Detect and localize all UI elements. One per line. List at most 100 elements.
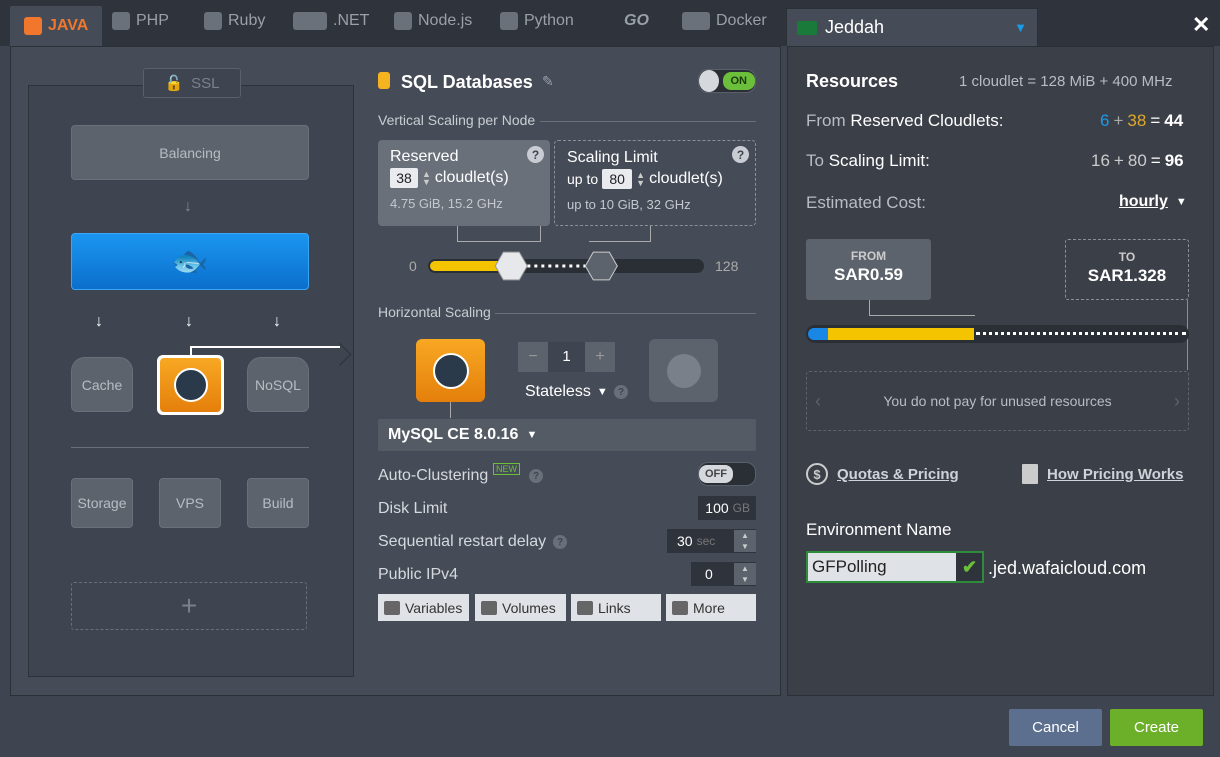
to-b: 80 xyxy=(1127,151,1147,170)
help-icon[interactable]: ? xyxy=(527,146,544,163)
help-icon[interactable]: ? xyxy=(529,469,543,483)
ipv4-label: Public IPv4 xyxy=(378,566,459,583)
env-name-field[interactable]: GFPolling ✔ xyxy=(806,551,984,583)
build-button[interactable]: Build xyxy=(247,478,309,528)
ipv4-value: 0 xyxy=(705,566,713,582)
env-name-label: Environment Name xyxy=(806,520,952,539)
vps-button[interactable]: VPS xyxy=(159,478,221,528)
docker-icon xyxy=(682,12,710,30)
close-icon[interactable]: ✕ xyxy=(1192,12,1210,38)
region-selector[interactable]: Jeddah ▼ xyxy=(786,8,1038,46)
vertical-scaling-title: Vertical Scaling per Node xyxy=(378,112,536,128)
reserved-title: Reserved xyxy=(390,148,459,165)
stepper-icon[interactable]: ▲ ▼ xyxy=(734,530,756,552)
edit-icon[interactable]: ✎ xyxy=(542,73,554,90)
auto-clustering-toggle[interactable]: OFF xyxy=(698,462,756,486)
to-caption: TO xyxy=(1118,250,1136,264)
dollar-icon: $ xyxy=(806,463,828,485)
add-node-ghost[interactable] xyxy=(649,339,718,402)
limit-input[interactable]: 80 xyxy=(602,169,633,189)
unused-note: You do not pay for unused resources xyxy=(883,393,1112,409)
cancel-button[interactable]: Cancel xyxy=(1009,709,1102,746)
from-total: 44 xyxy=(1164,111,1184,130)
reserved-sub: 4.75 GiB, 15.2 GHz xyxy=(390,196,503,211)
more-button[interactable]: More xyxy=(666,594,756,621)
storage-button[interactable]: Storage xyxy=(71,478,133,528)
balancing-button[interactable]: Balancing xyxy=(71,125,309,180)
volumes-icon xyxy=(481,600,497,615)
chevron-right-icon[interactable]: › xyxy=(1174,391,1180,412)
help-icon[interactable]: ? xyxy=(614,385,628,399)
create-button[interactable]: Create xyxy=(1110,709,1203,746)
volumes-button[interactable]: Volumes xyxy=(475,594,566,621)
sql-node-button[interactable] xyxy=(157,355,224,415)
checkmark-icon: ✔ xyxy=(962,556,978,577)
app-server-glassfish[interactable]: 🐟 xyxy=(71,233,309,290)
slider-connector xyxy=(589,226,651,242)
links-button[interactable]: Links xyxy=(571,594,661,621)
divider xyxy=(71,447,309,448)
limit-handle[interactable] xyxy=(584,251,618,281)
stepper-icon[interactable]: ▲ ▼ xyxy=(734,563,756,585)
stepper-icon[interactable]: ▲ ▼ xyxy=(422,170,431,187)
increment-button[interactable]: + xyxy=(585,342,615,372)
tab-python[interactable]: Python xyxy=(500,12,574,30)
cost-bar-reserved xyxy=(828,328,974,340)
plus-sign: + xyxy=(1113,111,1124,130)
nosql-button[interactable]: NoSQL xyxy=(247,357,309,412)
limit-sub-prefix: up to xyxy=(567,197,596,212)
cancel-label: Cancel xyxy=(1032,719,1079,736)
chevron-left-icon[interactable]: ‹ xyxy=(815,391,821,412)
disk-limit-label: Disk Limit xyxy=(378,500,448,517)
sql-node-instance[interactable] xyxy=(416,339,485,402)
document-icon xyxy=(1022,464,1038,484)
ipv4-field[interactable]: 0 ▲ ▼ xyxy=(691,562,756,586)
mysql-icon xyxy=(666,353,701,388)
period-dropdown[interactable]: hourly ▼ xyxy=(1119,193,1187,211)
cache-label: Cache xyxy=(81,376,123,393)
toggle-label: ON xyxy=(722,72,755,90)
build-label: Build xyxy=(262,495,294,511)
how-pricing-link[interactable]: How Pricing Works xyxy=(1047,466,1183,483)
stateless-dropdown[interactable]: Stateless ▼ xyxy=(525,383,608,401)
tab-go[interactable]: GO xyxy=(610,12,649,30)
cloudlet-slider[interactable] xyxy=(428,250,706,284)
tab-dotnet[interactable]: .NET xyxy=(293,12,369,30)
sql-toggle[interactable]: ON xyxy=(698,69,756,93)
tab-label: GO xyxy=(624,12,649,29)
disk-limit-field[interactable]: 100 GB xyxy=(698,496,756,520)
links-label: Links xyxy=(598,599,631,616)
tab-nodejs[interactable]: Node.js xyxy=(394,12,472,30)
link-icon xyxy=(577,600,593,615)
version-select[interactable]: MySQL CE 8.0.16 ▼ xyxy=(378,419,756,451)
help-icon[interactable]: ? xyxy=(553,535,567,549)
quotas-link[interactable]: Quotas & Pricing xyxy=(837,466,959,483)
nodejs-icon xyxy=(394,12,412,30)
ssl-toggle[interactable]: 🔓 SSL xyxy=(143,68,241,98)
chevron-down-icon: ▼ xyxy=(1014,20,1027,35)
help-icon[interactable]: ? xyxy=(732,146,749,163)
tab-php[interactable]: PHP xyxy=(112,12,169,30)
limit-title: Scaling Limit xyxy=(567,149,658,166)
env-name-input[interactable]: GFPolling xyxy=(808,553,956,581)
tab-ruby[interactable]: Ruby xyxy=(204,12,265,30)
restart-delay-field[interactable]: 30 sec ▲ ▼ xyxy=(667,529,756,553)
decrement-button[interactable]: − xyxy=(518,342,548,372)
estimated-cost-label: Estimated Cost: xyxy=(806,193,926,212)
connector-line xyxy=(450,402,451,418)
ruby-icon xyxy=(204,12,222,30)
variables-button[interactable]: Variables xyxy=(378,594,469,621)
node-count-stepper[interactable]: − 1 + xyxy=(518,342,615,372)
reserved-unit: cloudlet(s) xyxy=(434,169,509,186)
tab-docker[interactable]: Docker xyxy=(682,12,767,30)
restart-value: 30 xyxy=(677,533,693,549)
add-node-button[interactable]: + xyxy=(71,582,307,630)
cache-button[interactable]: Cache xyxy=(71,357,133,412)
tab-label: JAVA xyxy=(48,17,89,34)
reserved-handle[interactable] xyxy=(494,251,528,281)
node-count[interactable]: 1 xyxy=(548,342,585,372)
tab-java[interactable]: JAVA xyxy=(10,6,103,46)
arrow-down-icon: ↓ xyxy=(184,198,192,215)
stepper-icon[interactable]: ▲ ▼ xyxy=(636,171,645,188)
reserved-input[interactable]: 38 xyxy=(390,168,418,188)
